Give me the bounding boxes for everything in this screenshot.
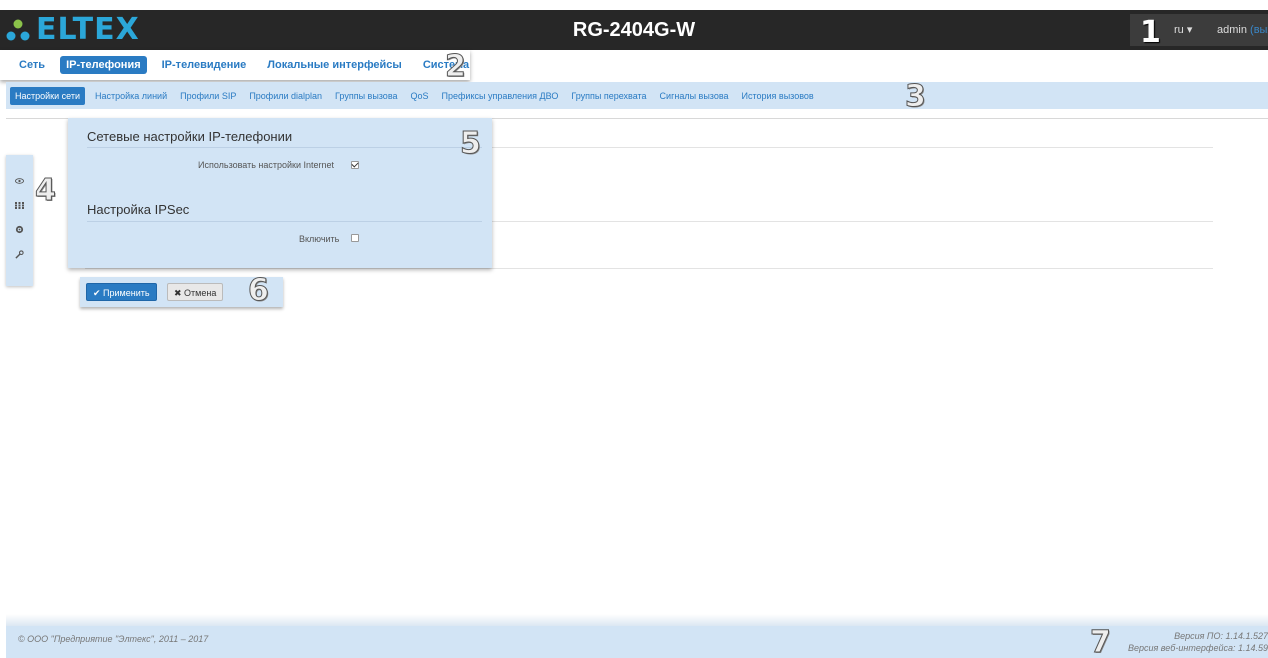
tab-qos[interactable]: QoS: [411, 91, 429, 101]
callout-4: 4: [35, 173, 57, 208]
main-nav: Сеть IP-телефония IP-телевидение Локальн…: [0, 50, 470, 80]
callout-7: 7: [1090, 625, 1112, 658]
enable-ipsec-label: Включить: [299, 234, 340, 244]
user-info: admin (выход): [1217, 14, 1268, 46]
device-title: RG-2404G-W: [572, 19, 696, 41]
eye-icon[interactable]: [12, 174, 26, 188]
logo-mark-icon: [6, 19, 30, 41]
tab-network-settings[interactable]: Настройки сети: [10, 86, 85, 105]
callout-3: 3: [905, 79, 927, 114]
cancel-button[interactable]: ✖ Отмена: [167, 283, 224, 301]
tab-dialplan-profiles[interactable]: Профили dialplan: [249, 91, 322, 101]
callout-1: 1: [1140, 15, 1161, 50]
eltex-logo: ELTEX: [6, 14, 140, 46]
firmware-version: Версия ПО: 1.14.1.527: [1174, 631, 1268, 641]
sub-nav: Настройки сети Настройка линий Профили S…: [6, 82, 1268, 109]
tab-pickup-groups[interactable]: Группы перехвата: [571, 91, 646, 101]
enable-ipsec-checkbox[interactable]: [351, 234, 359, 242]
language-label: ru: [1174, 24, 1184, 36]
username: admin: [1217, 24, 1247, 36]
footer-gradient: [6, 614, 1268, 626]
logout-link[interactable]: (выход): [1250, 24, 1268, 36]
version-info: Версия ПО: 1.14.1.527 Версия веб-интерфе…: [1128, 630, 1268, 654]
logo-text: ELTEX: [36, 12, 140, 47]
callout-6: 6: [248, 273, 270, 308]
main-nav-item-ip-tv[interactable]: IP-телевидение: [156, 56, 253, 74]
tab-call-groups[interactable]: Группы вызова: [335, 91, 397, 101]
tab-line-settings[interactable]: Настройка линий: [95, 91, 167, 101]
section-divider: [87, 221, 482, 222]
section-title-ip-telephony: Сетевые настройки IP-телефонии: [87, 129, 293, 144]
main-nav-item-network[interactable]: Сеть: [12, 56, 51, 74]
side-toolbar: [6, 155, 33, 286]
tab-dvo-prefixes[interactable]: Префиксы управления ДВО: [442, 91, 559, 101]
gear-icon[interactable]: [12, 224, 26, 238]
language-dropdown[interactable]: ru ▾: [1174, 14, 1192, 46]
tab-call-signals[interactable]: Сигналы вызова: [660, 91, 729, 101]
footer: © ООО "Предприятие "Элтекс", 2011 – 2017…: [6, 626, 1268, 658]
wrench-icon[interactable]: [12, 249, 26, 263]
use-internet-label: Использовать настройки Internet: [198, 160, 335, 170]
section-divider: [87, 147, 482, 148]
callout-5: 5: [460, 126, 482, 161]
tab-sip-profiles[interactable]: Профили SIP: [180, 91, 236, 101]
apply-button[interactable]: ✔ Применить: [86, 283, 157, 301]
copyright: © ООО "Предприятие "Элтекс", 2011 – 2017: [18, 634, 209, 644]
callout-2: 2: [445, 49, 467, 84]
main-nav-item-local-interfaces[interactable]: Локальные интерфейсы: [261, 56, 408, 74]
main-nav-item-ip-telephony[interactable]: IP-телефония: [60, 56, 147, 74]
tab-call-history[interactable]: История вызовов: [742, 91, 814, 101]
section-title-ipsec: Настройка IPSec: [87, 202, 190, 217]
use-internet-checkbox[interactable]: [351, 161, 359, 169]
web-interface-version: Версия веб-интерфейса: 1.14.59: [1127, 643, 1268, 653]
grid-icon[interactable]: [12, 199, 26, 213]
top-header: ELTEX RG-2404G-W ru ▾ admin (выход): [0, 10, 1268, 50]
page: ELTEX RG-2404G-W ru ▾ admin (выход) 1 Се…: [0, 0, 1268, 658]
divider: [85, 268, 1213, 269]
settings-panel: Сетевые настройки IP-телефонии Использов…: [68, 118, 492, 268]
